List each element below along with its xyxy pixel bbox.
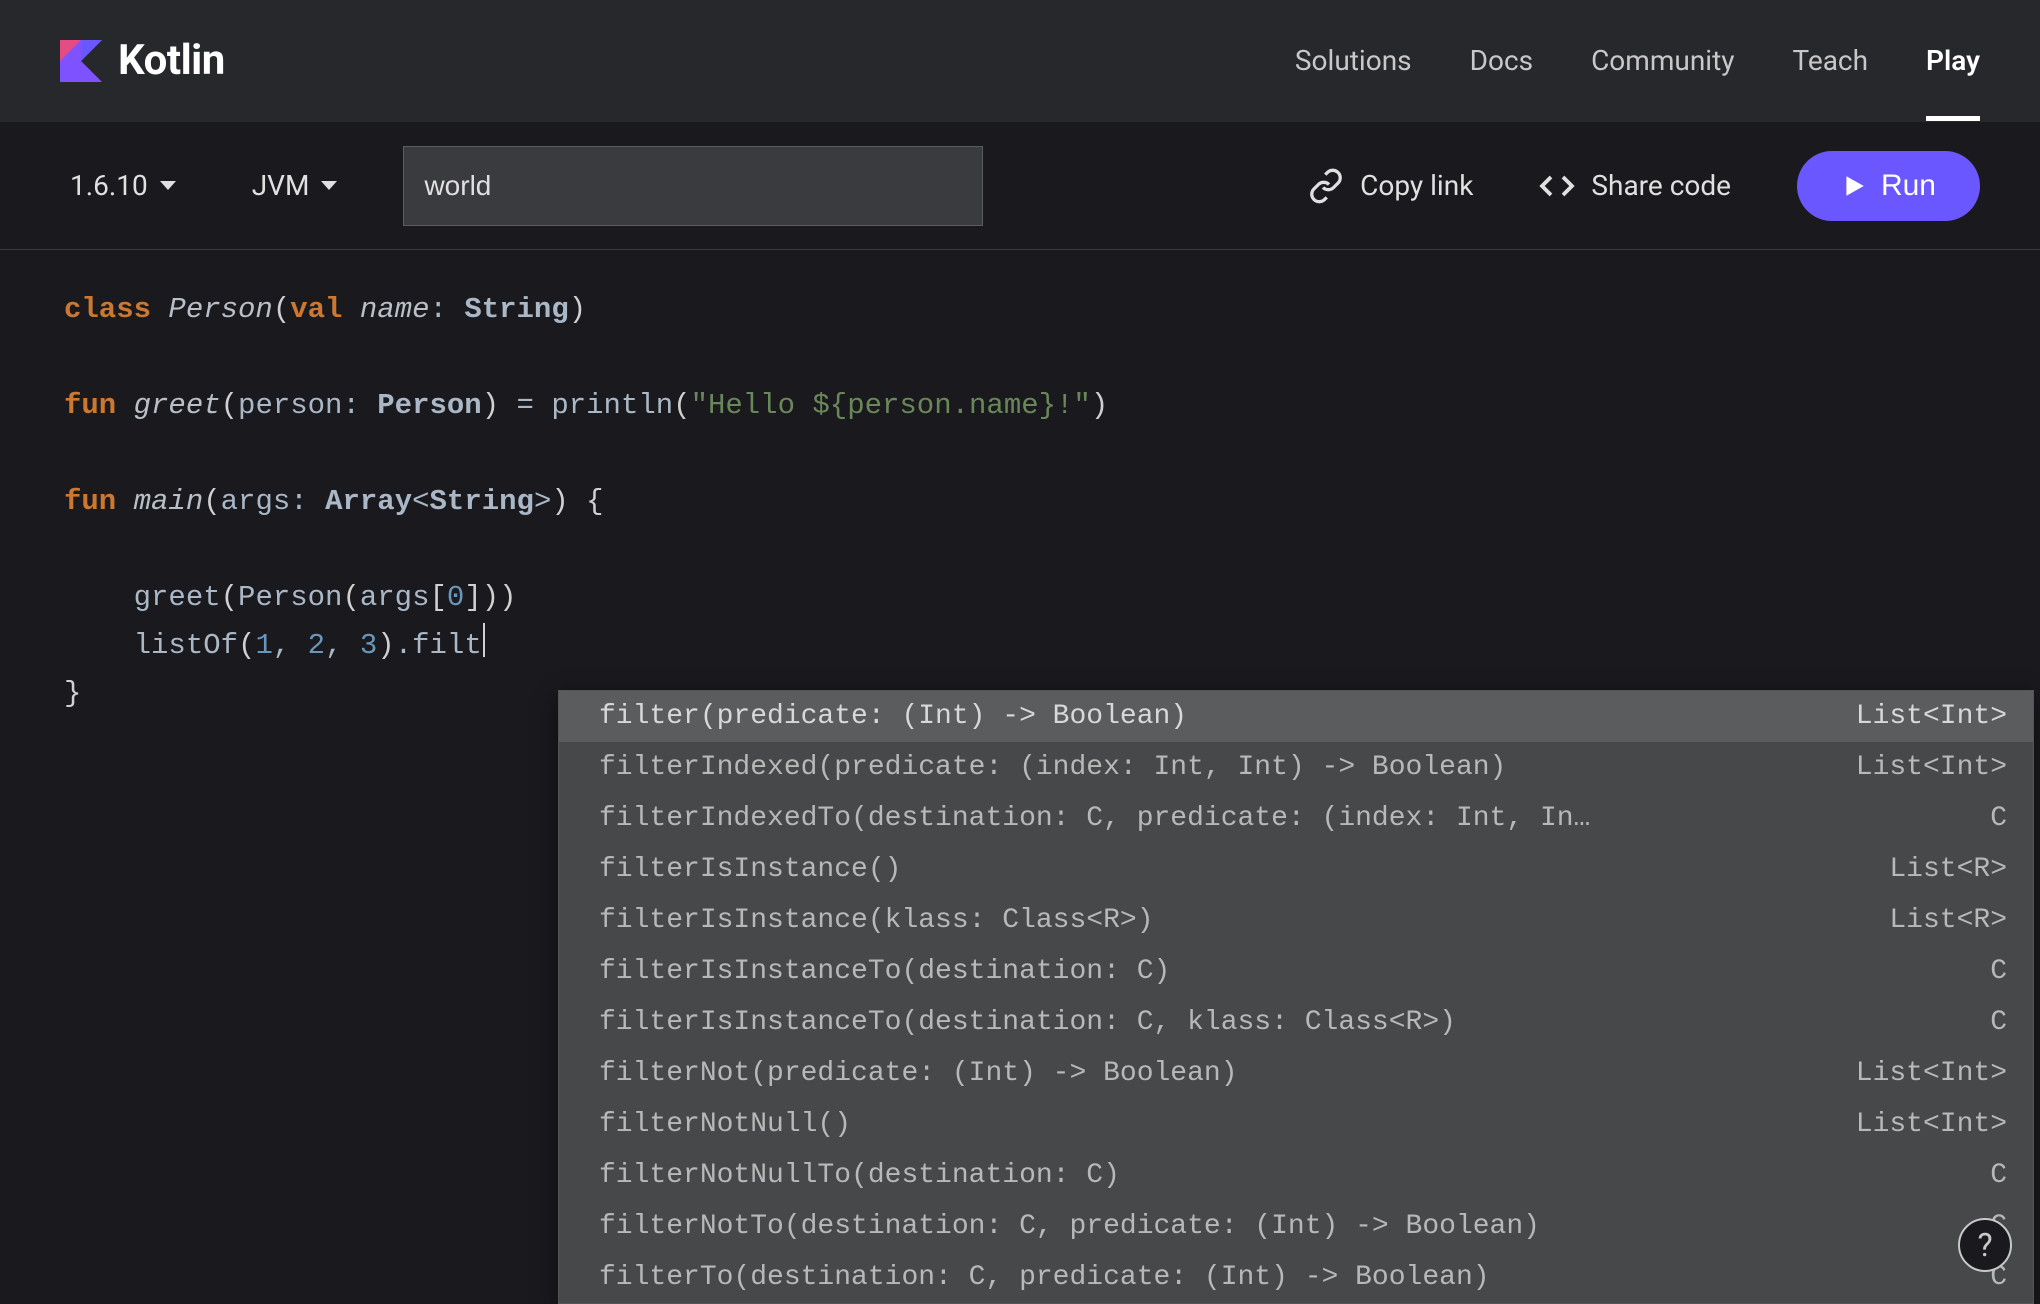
autocomplete-return-type: List<R> [1877, 899, 2007, 942]
autocomplete-item[interactable]: filter(predicate: (Int) -> Boolean) List<… [559, 691, 2033, 742]
autocomplete-item[interactable]: filterIndexedTo(destination: C, predicat… [559, 793, 2033, 844]
play-icon [1841, 173, 1867, 199]
nav-play[interactable]: Play [1926, 44, 1980, 77]
autocomplete-item[interactable]: filterIsInstance() List<R> [559, 844, 2033, 895]
autocomplete-signature: filterIsInstanceTo(destination: C, klass… [599, 1001, 1476, 1044]
autocomplete-signature: filterIsInstanceTo(destination: C) [599, 950, 1190, 993]
run-label: Run [1881, 169, 1936, 203]
brand-logo[interactable]: Kotlin [60, 36, 225, 85]
autocomplete-item[interactable]: filterIsInstanceTo(destination: C, klass… [559, 997, 2033, 1048]
link-icon [1308, 168, 1344, 204]
autocomplete-item[interactable]: filterNotTo(destination: C, predicate: (… [559, 1201, 2033, 1252]
autocomplete-item[interactable]: filterNot(predicate: (Int) -> Boolean) Li… [559, 1048, 2033, 1099]
autocomplete-return-type: List<R> [1877, 848, 2007, 891]
autocomplete-return-type: C [1978, 950, 2007, 993]
code-editor[interactable]: class Person(val name: String) fun greet… [0, 250, 2040, 754]
platform-dropdown[interactable]: JVM [242, 163, 348, 208]
program-args-input[interactable] [403, 146, 983, 226]
nav-solutions[interactable]: Solutions [1295, 44, 1412, 77]
nav-community[interactable]: Community [1591, 44, 1734, 77]
autocomplete-return-type: List<Int> [1844, 695, 2007, 738]
primary-nav: Solutions Docs Community Teach Play [1295, 44, 1980, 77]
autocomplete-item[interactable]: filterNotNullTo(destination: C) C [559, 1150, 2033, 1201]
nav-teach[interactable]: Teach [1793, 44, 1869, 77]
copy-link-label: Copy link [1360, 169, 1473, 202]
autocomplete-signature: filterIndexed(predicate: (index: Int, In… [599, 746, 1526, 789]
share-code-label: Share code [1591, 169, 1731, 202]
autocomplete-signature: filterNotNullTo(destination: C) [599, 1154, 1140, 1197]
header: Kotlin Solutions Docs Community Teach Pl… [0, 0, 2040, 122]
platform-label: JVM [252, 169, 310, 202]
chevron-down-icon [160, 181, 176, 190]
autocomplete-signature: filterTo(destination: C, predicate: (Int… [599, 1256, 1510, 1299]
autocomplete-item[interactable]: filterNotNull() List<Int> [559, 1099, 2033, 1150]
share-code-button[interactable]: Share code [1539, 168, 1731, 204]
version-label: 1.6.10 [70, 169, 148, 202]
autocomplete-item[interactable]: filterTo(destination: C, predicate: (Int… [559, 1252, 2033, 1303]
copy-link-button[interactable]: Copy link [1308, 168, 1473, 204]
brand-name: Kotlin [118, 36, 225, 85]
autocomplete-popup: filter(predicate: (Int) -> Boolean) List<… [558, 690, 2034, 1304]
autocomplete-signature: filterNotNull() [599, 1103, 871, 1146]
autocomplete-return-type: List<Int> [1844, 1103, 2007, 1146]
chevron-down-icon [321, 181, 337, 190]
kotlin-logo-icon [60, 40, 102, 82]
text-cursor [483, 623, 485, 657]
autocomplete-item[interactable]: filterIsInstanceTo(destination: C) C [559, 946, 2033, 997]
autocomplete-signature: filter(predicate: (Int) -> Boolean) [599, 695, 1207, 738]
autocomplete-item[interactable]: filterIsInstance(klass: Class<R>) List<R> [559, 895, 2033, 946]
autocomplete-signature: filterNot(predicate: (Int) -> Boolean) [599, 1052, 1258, 1095]
version-dropdown[interactable]: 1.6.10 [60, 163, 186, 208]
code-icon [1539, 168, 1575, 204]
nav-docs[interactable]: Docs [1470, 44, 1533, 77]
help-button[interactable]: ? [1958, 1218, 2012, 1272]
autocomplete-return-type: List<Int> [1844, 1052, 2007, 1095]
autocomplete-return-type: C [1978, 797, 2007, 840]
run-button[interactable]: Run [1797, 151, 1980, 221]
autocomplete-signature: filterNotTo(destination: C, predicate: (… [599, 1205, 1560, 1248]
autocomplete-signature: filterIndexedTo(destination: C, predicat… [599, 797, 1610, 840]
autocomplete-signature: filterIsInstance() [599, 848, 921, 891]
autocomplete-item[interactable]: filterIndexed(predicate: (index: Int, In… [559, 742, 2033, 793]
autocomplete-return-type: List<Int> [1844, 746, 2007, 789]
autocomplete-signature: filterIsInstance(klass: Class<R>) [599, 899, 1174, 942]
autocomplete-return-type: C [1978, 1001, 2007, 1044]
autocomplete-return-type: C [1978, 1154, 2007, 1197]
toolbar: 1.6.10 JVM Copy link Share code Run [0, 122, 2040, 250]
